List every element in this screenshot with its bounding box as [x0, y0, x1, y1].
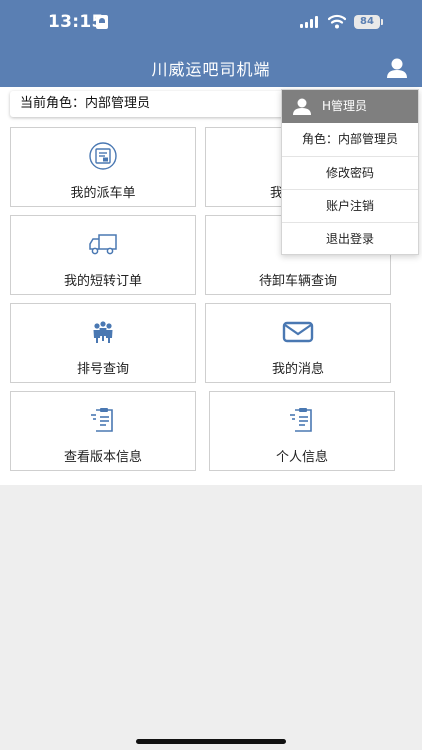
tile-label: 查看版本信息 — [63, 450, 142, 465]
battery-indicator: 84 — [354, 15, 383, 29]
user-icon[interactable] — [384, 56, 410, 80]
people-queue-icon — [93, 321, 113, 343]
page-title: 川威运吧司机端 — [151, 60, 271, 79]
tile-personal-info[interactable]: 个人信息 — [209, 391, 395, 471]
dispatch-doc-icon — [89, 142, 117, 170]
mail-icon — [282, 321, 314, 343]
tile-my-messages[interactable]: 我的消息 — [205, 303, 391, 383]
menu-item-deactivate-account[interactable]: 账户注销 — [282, 189, 418, 222]
tile-queue-number[interactable]: 排号查询 — [10, 303, 196, 383]
menu-item-logout[interactable]: 退出登录 — [282, 222, 418, 255]
app-header: 13:15 84 川威运吧司机端 — [0, 0, 422, 87]
dropdown-user-name: H管理员 — [322, 99, 368, 113]
id-card-icon — [96, 15, 108, 29]
tile-label: 待卸车辆查询 — [258, 274, 337, 289]
tile-label: 我的短转订单 — [63, 274, 142, 289]
cellular-signal-icon — [300, 16, 320, 28]
clipboard-icon — [91, 408, 113, 432]
clipboard-icon — [290, 408, 312, 432]
user-dropdown-menu: H管理员 角色：内部管理员 修改密码 账户注销 退出登录 — [281, 89, 419, 255]
tile-label: 我的消息 — [271, 362, 324, 377]
wifi-icon — [328, 14, 346, 29]
truck-icon — [89, 234, 117, 255]
tile-my-dispatch[interactable]: 我的派车单 — [10, 127, 196, 207]
current-role-bar: 当前角色：内部管理员 — [10, 91, 300, 117]
tile-label: 排号查询 — [76, 362, 129, 377]
user-icon — [293, 98, 311, 115]
dropdown-role: 角色：内部管理员 — [301, 132, 398, 146]
home-indicator[interactable] — [136, 739, 286, 744]
menu-item-change-password[interactable]: 修改密码 — [282, 156, 418, 189]
tile-short-transfer-orders[interactable]: 我的短转订单 — [10, 215, 196, 295]
tile-label: 个人信息 — [275, 450, 328, 465]
tile-label: 我的派车单 — [70, 186, 136, 201]
tile-version-info[interactable]: 查看版本信息 — [10, 391, 196, 471]
dropdown-user-header[interactable]: H管理员 — [282, 90, 418, 123]
